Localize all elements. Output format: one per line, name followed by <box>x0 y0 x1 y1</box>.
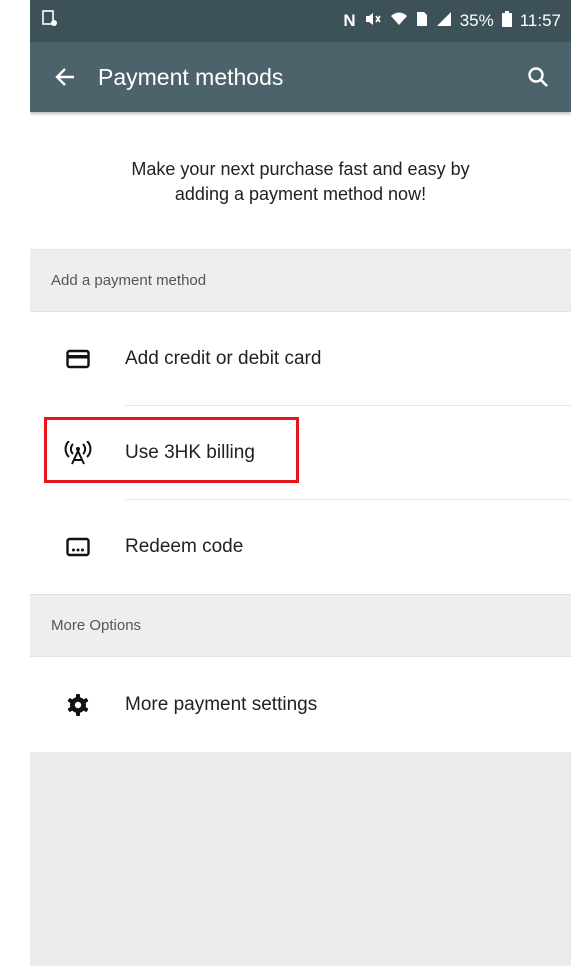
sim-icon <box>416 11 428 32</box>
redeem-code-item[interactable]: Redeem code <box>30 500 571 594</box>
status-bar: N 35% 11:57 <box>30 0 571 42</box>
app-bar: Payment methods <box>30 42 571 112</box>
signal-icon <box>436 11 452 32</box>
nfc-icon: N <box>343 11 356 30</box>
credit-card-icon <box>60 341 96 377</box>
back-button[interactable] <box>50 62 80 92</box>
intro-line-1: Make your next purchase fast and easy by <box>131 159 470 179</box>
clock: 11:57 <box>519 11 561 30</box>
more-payment-settings-item[interactable]: More payment settings <box>30 657 571 752</box>
arrow-back-icon <box>55 68 74 86</box>
battery-percent: 35% <box>459 11 494 30</box>
battery-icon <box>501 10 512 32</box>
intro-message: Make your next purchase fast and easy by… <box>30 112 571 249</box>
carrier-billing-item[interactable]: Use 3HK billing <box>30 406 571 500</box>
phone-screen: N 35% 11:57 Payment methods Make your ne… <box>30 0 571 966</box>
wifi-icon <box>390 11 408 32</box>
carrier-billing-icon <box>60 435 96 471</box>
section-header-add-payment: Add a payment method <box>30 249 571 312</box>
redeem-code-label: Redeem code <box>125 536 244 557</box>
add-card-label: Add credit or debit card <box>125 348 322 369</box>
more-payment-settings-label: More payment settings <box>125 693 318 715</box>
screenshot-icon <box>42 9 58 33</box>
section-header-more-options: More Options <box>30 594 571 657</box>
add-card-item[interactable]: Add credit or debit card <box>30 312 571 406</box>
add-payment-list: Add credit or debit card Use 3HK billing… <box>30 312 571 594</box>
intro-line-2: adding a payment method now! <box>174 184 427 204</box>
page-title: Payment methods <box>98 63 284 90</box>
more-options-list: More payment settings <box>30 657 571 752</box>
status-icons: N 35% 11:57 <box>343 10 561 32</box>
search-button[interactable] <box>523 62 553 92</box>
mute-icon <box>364 11 382 32</box>
carrier-billing-label: Use 3HK billing <box>125 442 255 463</box>
search-icon <box>528 67 548 87</box>
gear-icon <box>60 687 96 723</box>
redeem-code-icon <box>60 529 96 565</box>
